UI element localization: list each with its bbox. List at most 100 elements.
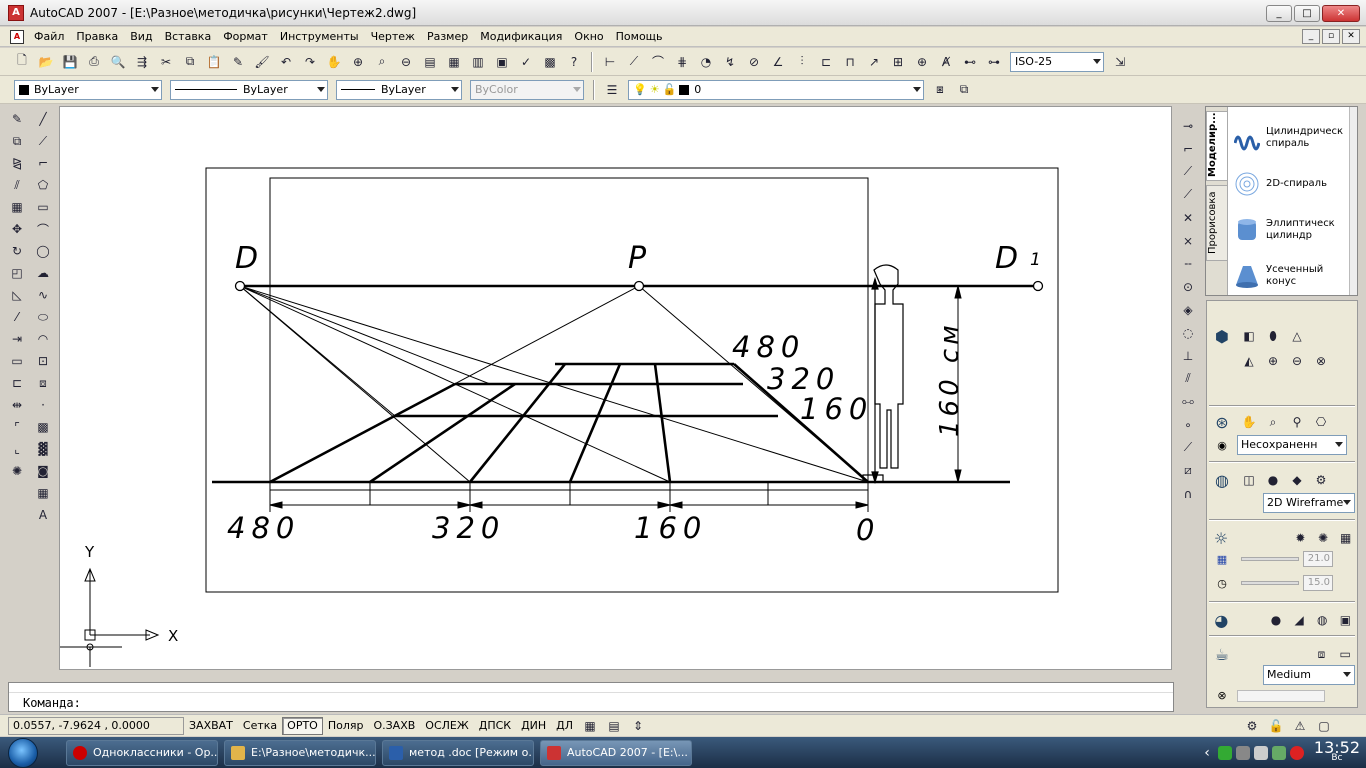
render-icon[interactable]: ⧈ [1312, 644, 1332, 664]
polygon-icon[interactable]: ⬠ [33, 176, 53, 194]
lineweight-select[interactable]: ByLayer [336, 79, 462, 100]
clean-screen-icon[interactable]: ▢ [1314, 716, 1334, 736]
toolpalettes-icon[interactable]: ▥ [468, 52, 488, 72]
polyline-icon[interactable]: ⌐ [33, 154, 53, 172]
cone-icon[interactable]: △ [1287, 326, 1307, 346]
pan-icon[interactable]: ✋ [324, 52, 344, 72]
autocad-icon[interactable]: A [8, 4, 24, 21]
spot-light-icon[interactable]: ✺ [1314, 528, 1333, 548]
palette-item-elliptic-cylinder[interactable]: Эллиптическ цилиндр [1230, 207, 1350, 253]
light-slider-1[interactable] [1241, 557, 1299, 561]
layer-select[interactable]: 💡 ☀ 🔓 0 [628, 79, 924, 100]
close-button[interactable]: ✕ [1322, 5, 1360, 22]
snap-insert-icon[interactable]: ⊥ [1178, 346, 1198, 365]
menu-file[interactable]: Файл [28, 28, 70, 46]
extend-icon[interactable]: ⇥ [7, 330, 27, 348]
materials-icon[interactable]: ◕ [1207, 605, 1236, 635]
plot-icon[interactable]: ⎙ [84, 52, 104, 72]
render-window-icon[interactable]: ▭ [1335, 644, 1355, 664]
dim-jogged-icon[interactable]: ↯ [720, 52, 740, 72]
open-icon[interactable]: 📂 [36, 52, 56, 72]
intersect-icon[interactable]: ⊗ [1311, 351, 1331, 371]
named-view-select[interactable]: Несохраненн [1237, 435, 1347, 455]
point-icon[interactable]: · [33, 396, 53, 414]
insert-block-icon[interactable]: ⊡ [33, 352, 53, 370]
break-icon[interactable]: ⊏ [7, 374, 27, 392]
lights-icon[interactable]: ☼ [1207, 523, 1235, 553]
zoom-window-icon[interactable]: ⌕ [372, 52, 392, 72]
undo-icon[interactable]: ↶ [276, 52, 296, 72]
palette-item-spiral[interactable]: 2D-спираль [1230, 161, 1350, 207]
dim-arc-icon[interactable]: ⌒ [648, 52, 668, 72]
zoom-previous-icon[interactable]: ⊖ [396, 52, 416, 72]
dim-update-icon[interactable]: ⊶ [984, 52, 1004, 72]
maximize-button[interactable]: □ [1294, 5, 1320, 22]
quick-leader-icon[interactable]: ↗ [864, 52, 884, 72]
osnap-toggle[interactable]: О.ЗАХВ [368, 717, 420, 735]
make-layer-current-icon[interactable]: ⧆ [930, 80, 950, 100]
dim-edit-icon[interactable]: Ⱥ [936, 52, 956, 72]
menu-modify[interactable]: Модификация [474, 28, 568, 46]
dim-ordinate-icon[interactable]: ⋕ [672, 52, 692, 72]
wedge-icon[interactable]: ◭ [1239, 351, 1259, 371]
ducs-toggle[interactable]: ДПСК [474, 717, 516, 735]
material-map-icon[interactable]: ◍ [1313, 610, 1332, 630]
tab-drawing[interactable]: Прорисовка [1206, 185, 1228, 261]
publish-icon[interactable]: ⇶ [132, 52, 152, 72]
paste-icon[interactable]: 📋 [204, 52, 224, 72]
dim-text-edit-icon[interactable]: ⊷ [960, 52, 980, 72]
palette-scrollbar[interactable] [1349, 107, 1357, 295]
explode-icon[interactable]: ✺ [7, 462, 27, 480]
markup-icon[interactable]: ✓ [516, 52, 536, 72]
agent-icon[interactable] [1217, 745, 1232, 760]
zoom-icon[interactable]: ⌕ [1263, 412, 1283, 432]
snap-toggle[interactable]: ЗАХВАТ [184, 717, 238, 735]
rectangle-icon[interactable]: ▭ [33, 198, 53, 216]
task-opera[interactable]: Одноклассники - Op... [66, 739, 218, 766]
menu-dimension[interactable]: Размер [421, 28, 474, 46]
snap-quadrant-icon[interactable]: ╌ [1178, 254, 1198, 273]
otrack-toggle[interactable]: ОСЛЕЖ [420, 717, 473, 735]
command-line[interactable]: Команда: [8, 682, 1174, 712]
tab-modeling[interactable]: Моделир... [1206, 111, 1228, 181]
box-icon[interactable]: ◧ [1239, 326, 1259, 346]
snap-apparent-icon[interactable]: ⟋ [1178, 185, 1198, 204]
snap-from-icon[interactable]: ⧄ [1178, 461, 1198, 480]
snap-tangent-icon[interactable]: ⊙ [1178, 277, 1198, 296]
menu-insert[interactable]: Вставка [159, 28, 218, 46]
start-button[interactable] [0, 737, 46, 768]
snap-node-icon[interactable]: ⫽ [1178, 369, 1198, 388]
dim-baseline-icon[interactable]: ⊏ [816, 52, 836, 72]
palette-item-frustum-cone[interactable]: Усеченный конус [1230, 253, 1350, 299]
network-icon[interactable] [1235, 745, 1250, 760]
visual-styles-icon[interactable]: ◍ [1207, 465, 1237, 495]
menu-help[interactable]: Помощь [610, 28, 669, 46]
dim-radius-icon[interactable]: ◔ [696, 52, 716, 72]
dim-diameter-icon[interactable]: ⊘ [744, 52, 764, 72]
fillet-icon[interactable]: ⌞ [7, 440, 27, 458]
designcenter-icon[interactable]: ▦ [444, 52, 464, 72]
copy-object-icon[interactable]: ⧉ [7, 132, 27, 150]
dim-angular-icon[interactable]: ∠ [768, 52, 788, 72]
snap-parallel-icon[interactable]: ◌ [1178, 323, 1198, 342]
properties-icon[interactable]: ▤ [420, 52, 440, 72]
snap-midpoint-icon[interactable]: ⌐ [1178, 139, 1198, 158]
wireframe-icon[interactable]: ◫ [1239, 470, 1259, 490]
chamfer-icon[interactable]: ⌜ [7, 418, 27, 436]
dim-linear-icon[interactable]: ⊢ [600, 52, 620, 72]
close-panel-icon[interactable]: ⊗ [1207, 689, 1237, 702]
model-space-icon[interactable]: ▦ [580, 716, 600, 736]
menu-draw[interactable]: Чертеж [365, 28, 421, 46]
material-attach-icon[interactable]: ◢ [1290, 610, 1309, 630]
match-icon[interactable]: ✎ [228, 52, 248, 72]
quick-dim-icon[interactable]: ⫶ [792, 52, 812, 72]
table-icon[interactable]: ▦ [33, 484, 53, 502]
gradient-icon[interactable]: ▓ [33, 440, 53, 458]
menu-format[interactable]: Формат [217, 28, 274, 46]
task-autocad[interactable]: AutoCAD 2007 - [E:\... [540, 739, 692, 766]
ellipse-arc-icon[interactable]: ◠ [33, 330, 53, 348]
hatch-icon[interactable]: ▩ [33, 418, 53, 436]
snap-nearest-icon[interactable]: ⧟ [1178, 392, 1198, 411]
sheetset-icon[interactable]: ▣ [492, 52, 512, 72]
mirror-icon[interactable]: ⧎ [7, 154, 27, 172]
